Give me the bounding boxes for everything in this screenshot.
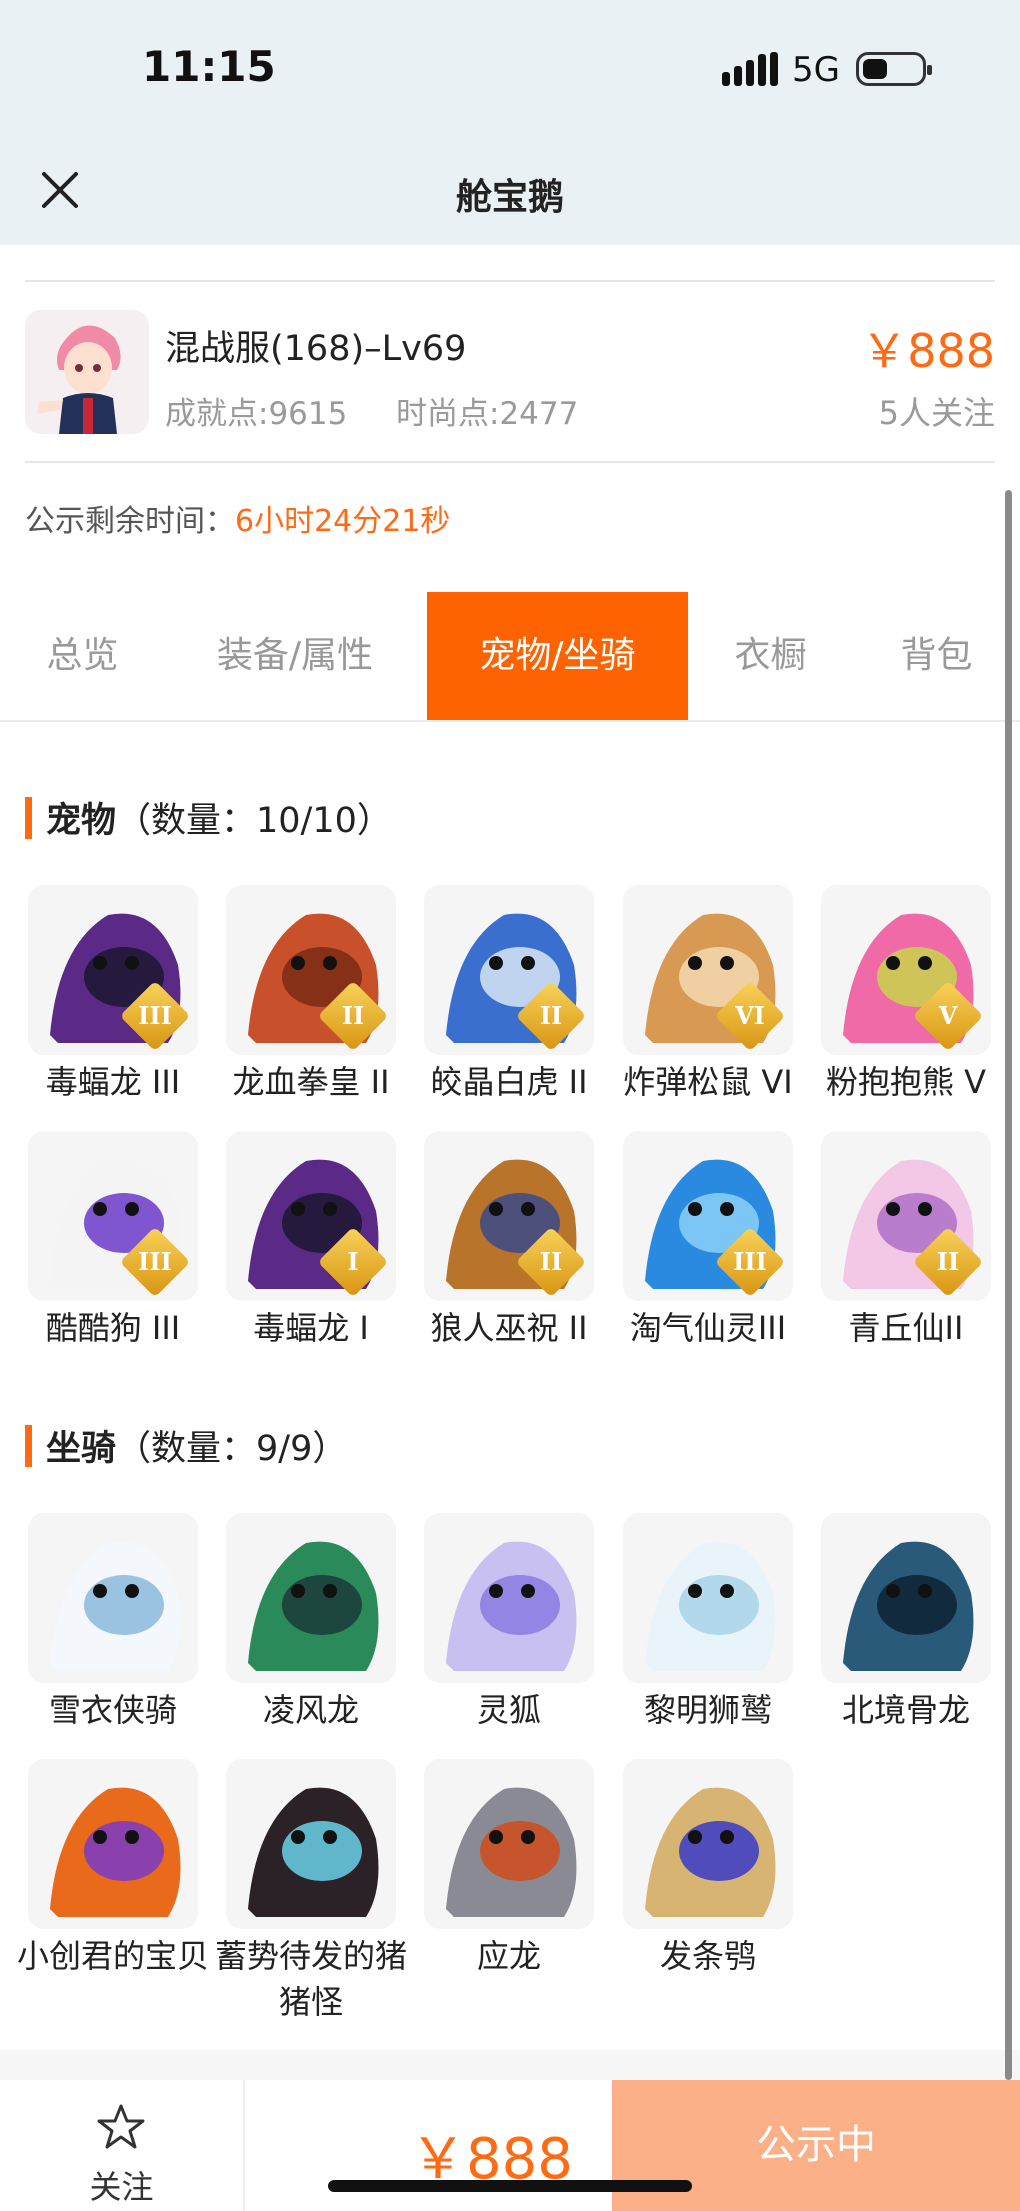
mount-card[interactable]: 小创君的宝贝 (17, 1759, 209, 1979)
clock: 11:15 (142, 42, 276, 91)
mount-name: 蓄势待发的猪猪怪 (214, 1937, 407, 2021)
mount-name: 灵狐 (476, 1691, 541, 1729)
mount-name: 凌风龙 (262, 1691, 359, 1729)
pet-card[interactable]: II 狼人巫祝 II (424, 1131, 594, 1351)
mount-thumbnail (226, 1759, 396, 1929)
scrollbar[interactable] (1005, 490, 1012, 2080)
tab-overview[interactable]: 总览 (0, 592, 165, 720)
tier-badge-icon: II (515, 980, 587, 1052)
listing-price: ￥888 (861, 324, 995, 378)
achievement-points: 成就点:9615 (165, 396, 348, 432)
tier-badge-icon: II (515, 1226, 587, 1298)
tab-wardrobe[interactable]: 衣橱 (688, 592, 853, 720)
follower-count: 5人关注 (878, 394, 995, 432)
mount-card[interactable]: 凌风龙 (226, 1513, 396, 1733)
pet-thumbnail: III (28, 885, 198, 1055)
mount-name: 小创君的宝贝 (16, 1937, 209, 1975)
pet-thumbnail: II (424, 885, 594, 1055)
pet-thumbnail: I (226, 1131, 396, 1301)
status-bar: 11:15 5G 舱宝鹅 (0, 0, 1020, 245)
mount-thumbnail (28, 1513, 198, 1683)
tab-bag[interactable]: 背包 (853, 592, 1020, 720)
mount-name: 雪衣侠骑 (48, 1691, 177, 1729)
mount-thumbnail (623, 1759, 793, 1929)
divider (25, 461, 995, 463)
follow-label: 关注 (89, 2168, 154, 2206)
mount-thumbnail (424, 1759, 594, 1929)
mount-thumbnail (28, 1759, 198, 1929)
pet-card[interactable]: II 龙血拳皇 II (226, 885, 396, 1105)
mount-thumbnail (821, 1513, 991, 1683)
mount-thumbnail (623, 1513, 793, 1683)
mount-name: 北境骨龙 (841, 1691, 970, 1729)
publicity-countdown: 公示剩余时间：6小时24分21秒 (25, 496, 450, 540)
mount-card[interactable]: 北境骨龙 (821, 1513, 991, 1733)
divider (25, 280, 995, 282)
pet-name: 淘气仙灵III (629, 1309, 787, 1347)
tier-badge-icon: II (317, 980, 389, 1052)
pet-card[interactable]: V 粉抱抱熊 V (821, 885, 991, 1105)
pet-name: 酷酷狗 III (45, 1309, 181, 1347)
countdown-label: 公示剩余时间： (25, 504, 235, 539)
tier-badge-icon: III (119, 980, 191, 1052)
tab-equipment[interactable]: 装备/属性 (165, 592, 425, 720)
tab-bar: 总览 装备/属性 宠物/坐骑 衣橱 背包 (0, 592, 1020, 722)
pets-section-title: 宠物（数量：10/10） (25, 792, 392, 843)
network-label: 5G (792, 50, 840, 90)
tier-badge-icon: II (912, 1226, 984, 1298)
star-icon (97, 2104, 145, 2149)
pet-card[interactable]: III 淘气仙灵III (623, 1131, 793, 1351)
mount-card[interactable]: 灵狐 (424, 1513, 594, 1733)
mount-card[interactable]: 雪衣侠骑 (28, 1513, 198, 1733)
pet-thumbnail: II (424, 1131, 594, 1301)
pet-name: 龙血拳皇 II (232, 1063, 390, 1101)
mount-card[interactable]: 蓄势待发的猪猪怪 (215, 1759, 407, 2025)
pet-card[interactable]: VI 炸弹松鼠 VI (623, 885, 793, 1105)
mount-card[interactable]: 发条鸮 (623, 1759, 793, 1979)
tier-badge-icon: I (317, 1226, 389, 1298)
pet-card[interactable]: III 酷酷狗 III (28, 1131, 198, 1351)
fashion-points: 时尚点:2477 (396, 396, 579, 432)
countdown-value: 6小时24分21秒 (235, 504, 451, 539)
footer-spacer (0, 2050, 1020, 2080)
battery-icon (856, 52, 932, 86)
pet-name: 狼人巫祝 II (430, 1309, 588, 1347)
pet-thumbnail: II (226, 885, 396, 1055)
tier-badge-icon: V (912, 980, 984, 1052)
listing-title: 混战服(168)–Lv69 (165, 329, 467, 369)
pet-card[interactable]: III 毒蝠龙 III (28, 885, 198, 1105)
pet-name: 毒蝠龙 I (253, 1309, 369, 1347)
pet-thumbnail: II (821, 1131, 991, 1301)
pet-card[interactable]: II 青丘仙II (821, 1131, 991, 1351)
home-indicator (328, 2180, 692, 2192)
pet-thumbnail: V (821, 885, 991, 1055)
mount-name: 应龙 (476, 1937, 541, 1975)
mount-name: 发条鸮 (659, 1937, 756, 1975)
signal-icon (722, 52, 778, 86)
pet-name: 皎晶白虎 II (430, 1063, 588, 1101)
mounts-section-title: 坐骑（数量：9/9） (25, 1420, 347, 1471)
mount-card[interactable]: 应龙 (424, 1759, 594, 1979)
follow-button[interactable]: 关注 (0, 2080, 245, 2211)
pet-thumbnail: III (28, 1131, 198, 1301)
tier-badge-icon: III (714, 1226, 786, 1298)
character-avatar (25, 310, 149, 434)
tab-pets-mounts[interactable]: 宠物/坐骑 (427, 592, 688, 720)
mount-card[interactable]: 黎明狮鹫 (623, 1513, 793, 1733)
mount-thumbnail (226, 1513, 396, 1683)
tier-badge-icon: VI (714, 980, 786, 1052)
pet-name: 粉抱抱熊 V (825, 1063, 987, 1101)
pet-card[interactable]: II 皎晶白虎 II (424, 885, 594, 1105)
pet-name: 青丘仙II (848, 1309, 964, 1347)
pet-thumbnail: III (623, 1131, 793, 1301)
page-title: 舱宝鹅 (455, 177, 564, 218)
mount-thumbnail (424, 1513, 594, 1683)
pet-name: 炸弹松鼠 VI (623, 1063, 793, 1101)
pet-name: 毒蝠龙 III (45, 1063, 181, 1101)
mount-name: 黎明狮鹫 (643, 1691, 772, 1729)
tier-badge-icon: III (119, 1226, 191, 1298)
pet-thumbnail: VI (623, 885, 793, 1055)
pet-card[interactable]: I 毒蝠龙 I (226, 1131, 396, 1351)
